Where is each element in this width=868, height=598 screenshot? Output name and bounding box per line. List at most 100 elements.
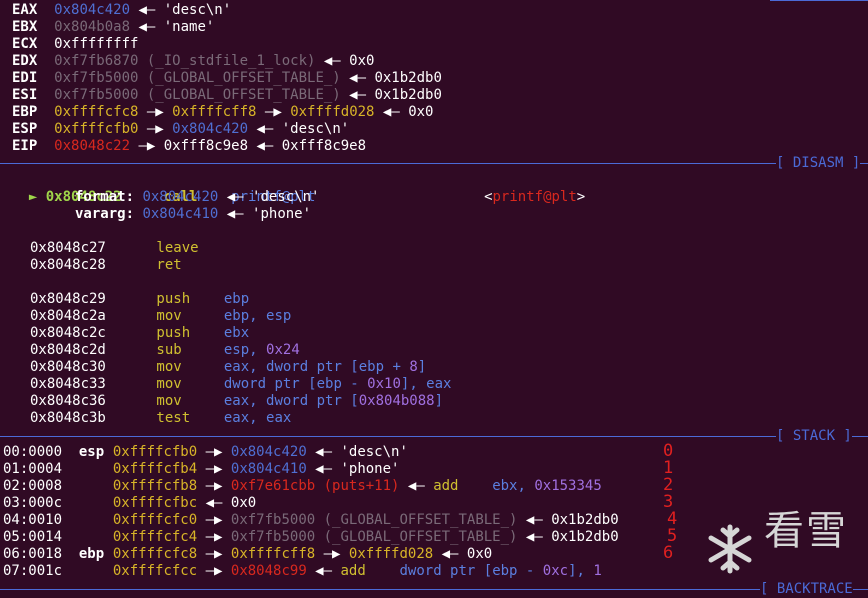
stack-index: 02:0008 (3, 478, 63, 494)
value-part: 0x804b0a8 (54, 19, 131, 35)
value-part: —▶ (315, 546, 349, 562)
register-edx[interactable]: EDX 0xf7fb6870 (_IO_stdfile_1_lock) ◀— 0… (12, 53, 374, 70)
value-part: ◀— (306, 461, 341, 477)
stack-row[interactable]: 06:0018 ebp 0xffffcfc8 —▶ 0xffffcff8 —▶ 0… (3, 546, 492, 563)
value-part: 0x8048c30 (30, 359, 106, 375)
value-part: 0xf7fb5000 (_GLOBAL_OFFSET_TABLE_) (230, 512, 518, 528)
stack-row[interactable]: 04:0010 0xffffcfc0 —▶ 0xf7fb5000 (_GLOBA… (3, 512, 619, 529)
register-name: EAX (12, 2, 38, 18)
disasm-line[interactable]: 0x8048c33 mov dword ptr [ebp - 0x10], ea… (30, 376, 451, 393)
stack-row[interactable]: 00:0000 esp 0xffffcfb0 —▶ 0x804c420 ◀— 'd… (3, 444, 408, 461)
register-name: EIP (12, 138, 38, 154)
disasm-line[interactable]: 0x8048c29 push ebp (30, 291, 249, 308)
stack-row[interactable]: 01:0004 0xffffcfb4 —▶ 0x804c410 ◀— 'phon… (3, 461, 399, 478)
value-part: 0xffffcff8 (230, 546, 316, 562)
value-part: mov (105, 376, 224, 392)
value-part: ◀— (433, 546, 467, 562)
value-part: ◀— (517, 529, 552, 545)
value-part: 1 (593, 563, 602, 579)
watermark-text: 看雪 (764, 508, 848, 554)
disasm-line[interactable]: 0x8048c28 ret (30, 257, 182, 274)
value-part: 'phone' (340, 461, 400, 477)
value-part: 0x8048c99 (230, 563, 307, 579)
value-part: 0x10 (367, 376, 401, 392)
register-esi[interactable]: ESI 0xf7fb5000 (_GLOBAL_OFFSET_TABLE_) ◀… (12, 87, 442, 104)
value-part: ◀— (399, 478, 434, 494)
disasm-line[interactable]: 0x8048c3b test eax, eax (30, 410, 291, 427)
value-part: 0xffffcfb8 (112, 478, 198, 494)
disasm-line[interactable]: 0x8048c30 mov eax, dword ptr [ebp + 8] (30, 359, 426, 376)
arg-string: 'desc\n' (252, 189, 320, 205)
stack-row[interactable]: 05:0014 0xffffcfc4 —▶ 0xf7fb5000 (_GLOBA… (3, 529, 619, 546)
disasm-line[interactable]: 0x8048c2c push ebx (30, 325, 249, 342)
call-arg: vararg: 0x804c410 ◀— 'phone' (75, 206, 311, 223)
stack-row[interactable]: 03:000c 0xffffcfbc ◀— 0x0 (3, 495, 256, 512)
value-part: 0x8048c2a (30, 308, 106, 324)
register-name: ECX (12, 36, 38, 52)
stack-index: 04:0010 (3, 512, 63, 528)
value-part: 8 (409, 359, 418, 375)
value-part: ] (417, 359, 427, 375)
disasm-current-line[interactable]: ► 0x8048c22 call printf@plt <printf@plt> (12, 172, 585, 205)
value-part: —▶ (197, 529, 231, 545)
register-name: ESI (12, 87, 38, 103)
value-part: ◀— (130, 19, 164, 35)
stack-index: 00:0000 (3, 444, 63, 460)
register-name: EDX (12, 53, 38, 69)
value-part: 0xf7fb5000 (_GLOBAL_OFFSET_TABLE_) (230, 529, 518, 545)
value-part: ◀— (197, 495, 231, 511)
value-part: 0xffffd028 (348, 546, 434, 562)
value-part: esp, (223, 342, 267, 358)
value-part: 0x8048c27 (30, 240, 106, 256)
value-part: —▶ (138, 104, 173, 120)
value-part: ebx (223, 325, 250, 341)
register-edi[interactable]: EDI 0xf7fb5000 (_GLOBAL_OFFSET_TABLE_) ◀… (12, 70, 442, 87)
stack-row[interactable]: 07:001c 0xffffcfcc —▶ 0x8048c99 ◀— add d… (3, 563, 602, 580)
value-part: 0x153345 (534, 478, 602, 494)
value-part: ◀— (248, 121, 282, 137)
register-ecx[interactable]: ECX 0xffffffff (12, 36, 138, 53)
register-eax[interactable]: EAX 0x804c420 ◀— 'desc\n' (12, 2, 231, 19)
stack-index: 05:0014 (3, 529, 63, 545)
value-part: 0x0 (349, 53, 375, 69)
value-part: 0xffffffff (54, 36, 139, 52)
value-part: 0xffffcfc4 (112, 529, 198, 545)
register-ebp[interactable]: EBP 0xffffcfc8 —▶ 0xffffcff8 —▶ 0xffffd0… (12, 104, 434, 121)
value-part: ebp (223, 291, 250, 307)
value-part: 0xffffcfcc (112, 563, 198, 579)
arrow: ◀— (218, 206, 253, 222)
value-part: dword ptr [ebp - (223, 376, 368, 392)
disasm-line[interactable]: 0x8048c27 leave (30, 240, 199, 257)
value-part: 0xffffcff8 (172, 104, 257, 120)
top-separator (770, 0, 868, 1)
value-part: eax, dword ptr [ebp + (223, 359, 410, 375)
value-part: 0x8048c28 (30, 257, 106, 273)
value-part: —▶ (256, 104, 291, 120)
register-ebx[interactable]: EBX 0x804b0a8 ◀— 'name' (12, 19, 214, 36)
value-part: ◀— (374, 104, 409, 120)
register-esp[interactable]: ESP 0xffffcfb0 —▶ 0x804c420 ◀— 'desc\n' (12, 121, 349, 138)
value-part: ◀— (340, 87, 375, 103)
value-part: add (340, 563, 366, 579)
value-part: 'name' (163, 19, 215, 35)
value-part: 0x804c410 (230, 461, 307, 477)
value-part: 0x1b2db0 (551, 529, 619, 545)
arg-value: 0x804c410 (142, 206, 219, 222)
value-part: eax, dword ptr [ (223, 393, 359, 409)
value-part: 0xffffcfb0 (54, 121, 139, 137)
arrow: ◀— (218, 189, 253, 205)
register-eip[interactable]: EIP 0x8048c22 —▶ 0xfff8c9e8 ◀— 0xfff8c9e… (12, 138, 366, 155)
value-part: 0xf7fb5000 (_GLOBAL_OFFSET_TABLE_) (54, 87, 341, 103)
stack-index: 01:0004 (3, 461, 63, 477)
disasm-line[interactable]: 0x8048c36 mov eax, dword ptr [0x804b088] (30, 393, 443, 410)
value-part: push (105, 291, 224, 307)
value-part: 0xf7e61cbb (puts+11) (230, 478, 400, 494)
value-part: 0x24 (266, 342, 300, 358)
stack-row[interactable]: 02:0008 0xffffcfb8 —▶ 0xf7e61cbb (puts+1… (3, 478, 602, 495)
value-part: —▶ (197, 444, 231, 460)
backtrace-header: [ BACKTRACE (760, 581, 853, 598)
disasm-line[interactable]: 0x8048c2a mov ebp, esp (30, 308, 291, 325)
value-part: 0x0 (408, 104, 434, 120)
disasm-line[interactable]: 0x8048c2d sub esp, 0x24 (30, 342, 300, 359)
arg-value: 0x804c420 (142, 189, 219, 205)
